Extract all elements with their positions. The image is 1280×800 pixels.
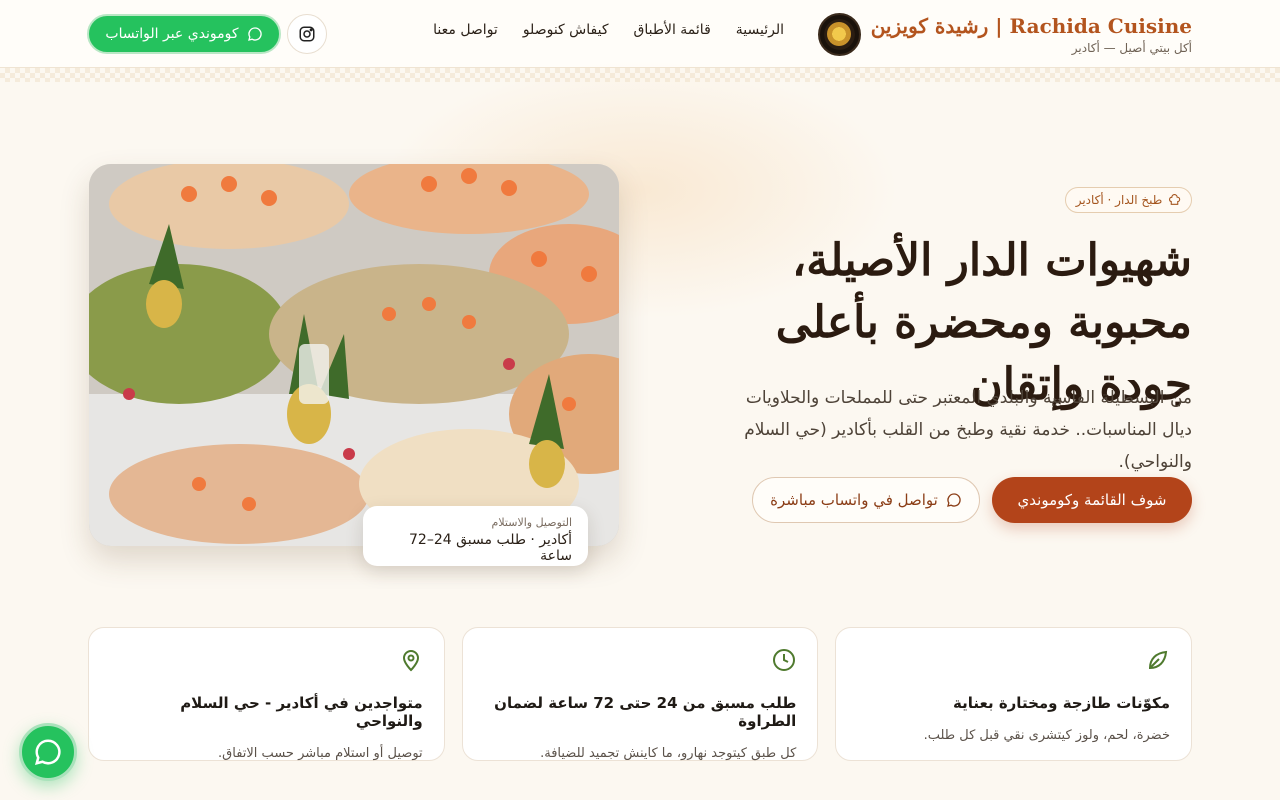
chat-bubble-icon <box>946 493 961 507</box>
whatsapp-icon <box>34 739 61 766</box>
feature-title: طلب مسبق من 24 حتى 72 ساعة لضمان الطراوة <box>494 694 797 730</box>
location-badge: طبخ الدار · أكادير <box>1065 187 1192 213</box>
buffet-illustration <box>89 164 619 546</box>
nav-item-delivery[interactable]: كيفاش كنوصلو <box>523 22 609 38</box>
brand-text: Rachida Cuisine | رشيدة كويزين أكل بيتي … <box>871 14 1192 55</box>
main-nav: الرئيسية قائمة الأطباق كيفاش كنوصلو تواص… <box>433 22 784 38</box>
feature-title: متواجدين في أكادير - حي السلام والنواحي <box>180 694 423 730</box>
features-row: مكوّنات طازجة ومختارة بعناية خضرة، لحم، … <box>87 627 1192 761</box>
leaf-icon <box>1148 650 1168 670</box>
whatsapp-contact-button[interactable]: تواصل في واتساب مباشرة <box>752 477 980 523</box>
floating-whatsapp-button[interactable] <box>19 723 77 781</box>
delivery-info-card: التوصيل والاستلام أكادير · طلب مسبق 24–7… <box>363 506 588 566</box>
feature-desc: كل طبق كيتوجد نهارو، ما كاينش تجميد للضي… <box>540 746 797 761</box>
nav-item-home[interactable]: الرئيسية <box>736 22 784 38</box>
instagram-icon <box>299 26 315 42</box>
feature-title: مكوّنات طازجة ومختارة بعناية <box>953 694 1170 712</box>
hero-description: من البسطيلة الفاسية والبلدي المعتبر حتى … <box>744 388 1192 472</box>
feature-desc: خضرة، لحم، ولوز كيتشرى نقي قبل كل طلب. <box>923 728 1170 743</box>
brand-logo <box>817 12 861 56</box>
clock-icon <box>773 649 796 671</box>
feature-card-fresh: مكوّنات طازجة ومختارة بعناية خضرة، لحم، … <box>835 627 1192 761</box>
location-pin-icon <box>402 650 419 672</box>
delivery-label: التوصيل والاستلام <box>491 516 572 529</box>
view-menu-button[interactable]: شوف القائمة وكوموندي <box>992 477 1192 523</box>
badge-label: طبخ الدار · أكادير <box>1075 193 1163 207</box>
chat-bubble-icon <box>247 27 262 41</box>
nav-item-menu[interactable]: قائمة الأطباق <box>633 22 710 38</box>
site-header: Rachida Cuisine | رشيدة كويزين أكل بيتي … <box>0 0 1280 68</box>
whatsapp-order-label: كوموندي عبر الواتساب <box>105 26 239 42</box>
logo-emblem <box>827 22 852 46</box>
instagram-button[interactable] <box>287 14 327 54</box>
hero-food-image <box>89 164 619 546</box>
feature-desc: توصيل أو استلام مباشر حسب الاتفاق. <box>218 746 423 761</box>
nav-item-contact[interactable]: تواصل معنا <box>433 22 498 38</box>
brand-subtitle: أكل بيتي أصيل — أكادير <box>1071 40 1192 55</box>
brand[interactable]: Rachida Cuisine | رشيدة كويزين أكل بيتي … <box>817 10 1192 58</box>
delivery-value: أكادير · طلب مسبق 24–72 ساعة <box>409 532 572 564</box>
whatsapp-order-button[interactable]: كوموندي عبر الواتساب <box>87 14 281 54</box>
brand-title: Rachida Cuisine | رشيدة كويزين <box>870 13 1192 38</box>
whatsapp-contact-label: تواصل في واتساب مباشرة <box>770 491 938 509</box>
chef-hat-icon <box>1169 193 1181 205</box>
feature-card-location: متواجدين في أكادير - حي السلام والنواحي … <box>87 627 445 761</box>
feature-card-preorder: طلب مسبق من 24 حتى 72 ساعة لضمان الطراوة… <box>461 627 819 761</box>
